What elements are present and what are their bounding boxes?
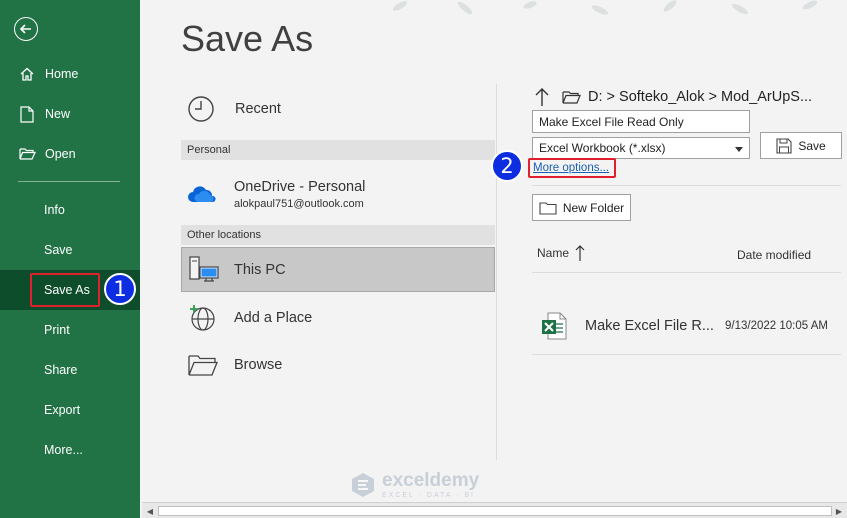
location-recent[interactable]: Recent xyxy=(181,92,495,126)
sidebar-item-print[interactable]: Print xyxy=(0,310,140,350)
sidebar-item-export[interactable]: Export xyxy=(0,390,140,430)
step-badge-1: 1 xyxy=(104,273,136,305)
folder-icon xyxy=(562,90,581,105)
file-date-modified: 9/13/2022 10:05 AM xyxy=(725,320,828,332)
sort-up-arrow-icon xyxy=(575,244,585,262)
column-header-label: Name xyxy=(537,246,570,260)
sidebar-item-share[interactable]: Share xyxy=(0,350,140,390)
sidebar-item-new[interactable]: New xyxy=(0,94,140,134)
sidebar-item-open[interactable]: Open xyxy=(0,134,140,174)
save-disk-icon xyxy=(776,137,792,154)
sidebar-item-info[interactable]: Info xyxy=(0,190,140,230)
sidebar-item-label: Open xyxy=(45,147,76,161)
caret-down-icon xyxy=(735,141,743,155)
leaf-pattern-icon xyxy=(392,0,818,15)
location-label: This PC xyxy=(234,262,286,278)
sidebar-item-label: Info xyxy=(44,203,65,217)
file-type-selected: Excel Workbook (*.xlsx) xyxy=(539,141,666,155)
open-folder-icon xyxy=(18,145,36,163)
scroll-right-icon[interactable]: ▶ xyxy=(833,505,845,517)
file-row[interactable]: Make Excel File R... 9/13/2022 10:05 AM xyxy=(532,300,841,352)
exceldemy-watermark: exceldemy EXCEL · DATA · BI xyxy=(350,470,479,499)
watermark-tagline: EXCEL · DATA · BI xyxy=(382,492,475,499)
new-folder-label: New Folder xyxy=(562,200,625,215)
file-type-dropdown[interactable]: Excel Workbook (*.xlsx) xyxy=(532,137,750,159)
save-button-label: Save xyxy=(798,138,826,153)
more-options-highlight-box xyxy=(528,158,616,178)
sidebar-divider xyxy=(18,181,120,182)
sidebar-item-label: More... xyxy=(44,443,83,457)
excel-file-icon xyxy=(541,312,567,345)
location-label: Browse xyxy=(234,357,283,373)
save-button[interactable]: Save xyxy=(760,132,842,159)
path-text[interactable]: D: > Softeko_Alok > Mod_ArUpS... xyxy=(588,89,812,105)
file-name: Make Excel File R... xyxy=(585,318,714,334)
panel-divider xyxy=(496,84,497,460)
divider xyxy=(532,272,841,273)
backstage-sidebar: Home New Open Info Save Save As Print Sh… xyxy=(0,0,140,518)
clock-icon xyxy=(181,95,221,123)
sidebar-item-home[interactable]: Home xyxy=(0,54,140,94)
section-header-personal: Personal xyxy=(181,140,495,160)
location-add-a-place[interactable]: Add a Place xyxy=(181,300,495,336)
divider xyxy=(532,354,841,355)
path-breadcrumb: D: > Softeko_Alok > Mod_ArUpS... xyxy=(534,85,812,109)
sidebar-item-label: New xyxy=(45,107,71,121)
back-arrow-icon xyxy=(19,24,31,34)
sidebar-item-more[interactable]: More... xyxy=(0,430,140,470)
back-button[interactable] xyxy=(14,17,38,41)
onedrive-account: alokpaul751@outlook.com xyxy=(234,197,364,210)
section-header-other-locations: Other locations xyxy=(181,225,495,245)
exceldemy-logo-icon xyxy=(350,472,376,498)
save-as-highlight-box xyxy=(30,273,100,307)
step-badge-2: 2 xyxy=(491,150,523,182)
divider xyxy=(532,185,841,186)
filename-input[interactable] xyxy=(532,110,750,133)
location-onedrive[interactable]: OneDrive - Personal alokpaul751@outlook.… xyxy=(181,172,495,216)
new-document-icon xyxy=(18,105,36,123)
location-label: Recent xyxy=(235,101,281,117)
scroll-left-icon[interactable]: ◀ xyxy=(144,505,156,517)
sidebar-item-label: Save xyxy=(44,243,73,257)
sidebar-item-label: Share xyxy=(44,363,78,377)
location-label: Add a Place xyxy=(234,310,313,326)
location-label: OneDrive - Personal xyxy=(234,178,366,195)
computer-icon xyxy=(188,255,220,290)
sidebar-item-label: Export xyxy=(44,403,81,417)
home-icon xyxy=(18,65,36,83)
location-browse[interactable]: Browse xyxy=(181,348,495,382)
up-arrow-icon[interactable] xyxy=(534,87,550,107)
sidebar-item-save[interactable]: Save xyxy=(0,230,140,270)
column-header-name[interactable]: Name xyxy=(537,244,585,262)
folder-icon xyxy=(539,201,557,215)
new-folder-button[interactable]: New Folder xyxy=(532,194,631,221)
horizontal-scrollbar[interactable]: ◀ ▶ xyxy=(142,502,847,518)
column-header-date-modified[interactable]: Date modified xyxy=(737,248,811,262)
location-this-pc[interactable]: This PC xyxy=(181,247,495,292)
sidebar-item-label: Print xyxy=(44,323,70,337)
watermark-brand: exceldemy xyxy=(382,470,480,491)
globe-plus-icon xyxy=(181,303,221,333)
sidebar-item-label: Home xyxy=(45,67,79,81)
scrollbar-thumb[interactable] xyxy=(158,506,832,516)
page-title: Save As xyxy=(181,18,314,59)
folder-icon xyxy=(181,353,221,377)
onedrive-cloud-icon xyxy=(181,184,221,204)
